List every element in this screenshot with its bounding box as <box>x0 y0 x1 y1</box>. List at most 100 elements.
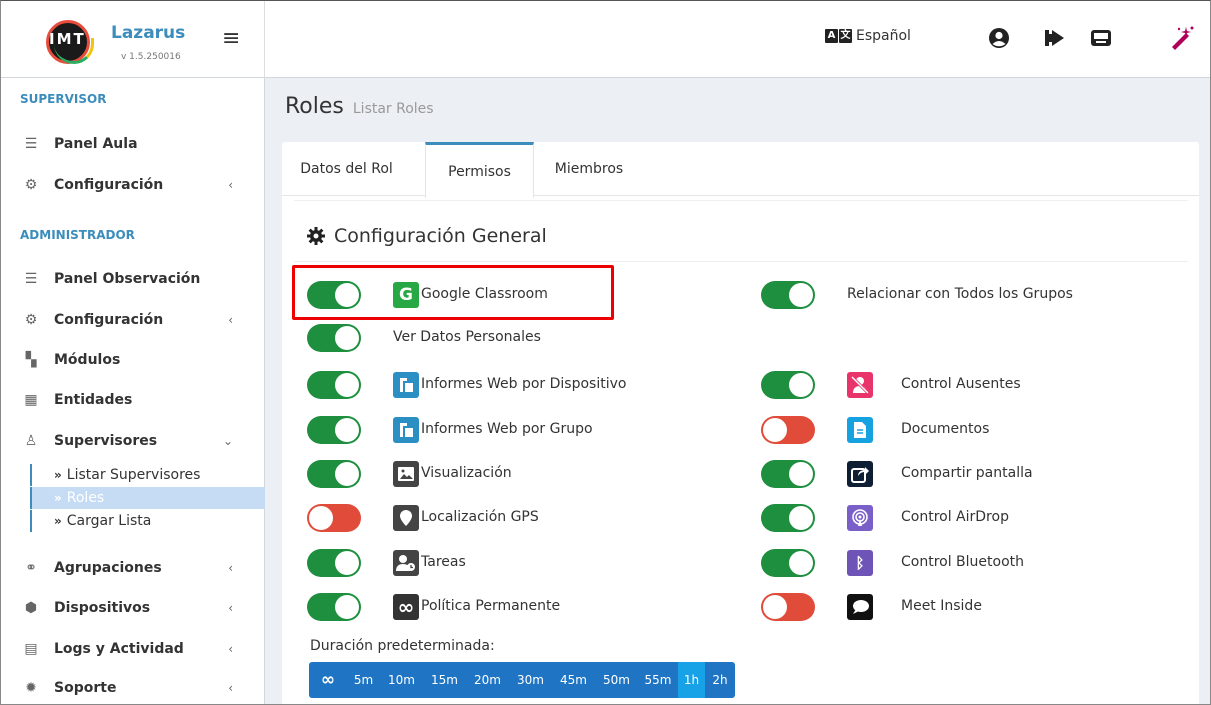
toggle-switch[interactable] <box>761 593 815 621</box>
toggle-switch[interactable] <box>307 593 361 621</box>
sidebar-subitem-cargar-lista[interactable]: » Cargar Lista <box>30 510 265 532</box>
magic-wand-icon[interactable] <box>1168 24 1196 52</box>
logo-area[interactable]: IMT Lazarus v 1.5.250016 ≡ <box>0 0 265 78</box>
toggle-knob <box>335 462 359 486</box>
sidebar-subitem-label: Roles <box>66 490 105 506</box>
duration-option[interactable]: 30m <box>509 662 552 698</box>
permission-label: Ver Datos Personales <box>393 329 541 345</box>
menu-toggle-icon[interactable]: ≡ <box>222 26 240 51</box>
highlight-box <box>292 265 614 320</box>
duration-option[interactable]: 1h <box>678 662 705 698</box>
chat-icon <box>847 594 873 620</box>
sidebar-subitem-listar-supervisores[interactable]: » Listar Supervisores <box>30 464 265 486</box>
sidebar-subitem-roles[interactable]: » Roles <box>30 487 265 509</box>
location-icon <box>393 505 419 531</box>
permission-label: Tareas <box>421 554 466 570</box>
puzzle-icon: ▚ <box>25 352 37 368</box>
sidebar-item-panel-aula[interactable]: ☰ Panel Aula <box>20 133 245 155</box>
permission-label: Informes Web por Dispositivo <box>421 376 627 392</box>
list-icon: ☰ <box>24 271 38 287</box>
toggle-switch[interactable] <box>307 504 361 532</box>
permission-label: Relacionar con Todos los Grupos <box>847 286 1073 302</box>
toggle-knob <box>335 373 359 397</box>
sidebar-item-dispositivos[interactable]: ⬢ Dispositivos ‹ <box>20 597 245 619</box>
toggle-switch[interactable] <box>307 324 361 352</box>
user-slash-icon <box>847 372 873 398</box>
sidebar-item-supervisores[interactable]: ♙ Supervisores ⌄ <box>20 430 245 452</box>
toggle-knob <box>789 506 813 530</box>
cogs-icon: ⚙ <box>24 177 38 193</box>
section-divider <box>294 261 1188 262</box>
section-title: Configuración General <box>306 225 547 247</box>
groups-icon: ⚭ <box>25 560 37 576</box>
toggle-switch[interactable] <box>761 460 815 488</box>
chevron-left-icon: ‹ <box>228 313 233 327</box>
double-chevron-icon: » <box>54 514 62 528</box>
duration-option[interactable]: ∞ <box>309 662 347 698</box>
duration-option[interactable]: 5m <box>347 662 380 698</box>
language-icon: A文 <box>825 29 852 43</box>
chevron-left-icon: ‹ <box>228 642 233 656</box>
toggle-switch[interactable] <box>307 549 361 577</box>
toggle-switch[interactable] <box>761 549 815 577</box>
toggle-switch[interactable] <box>761 281 815 309</box>
share-icon <box>847 461 873 487</box>
infinity-icon: ∞ <box>393 594 419 620</box>
tab-datos-del-rol[interactable]: Datos del Rol <box>289 142 404 196</box>
tab-bar: Datos del Rol Permisos Miembros <box>282 142 1199 198</box>
tasks-icon <box>393 550 419 576</box>
gear-icon: ✹ <box>25 680 37 696</box>
sidebar-item-panel-observacion[interactable]: ☰ Panel Observación <box>20 268 245 290</box>
toggle-knob <box>309 506 333 530</box>
toggle-switch[interactable] <box>761 371 815 399</box>
duration-option[interactable]: 10m <box>380 662 423 698</box>
tab-miembros[interactable]: Miembros <box>544 142 634 196</box>
toggle-switch[interactable] <box>307 371 361 399</box>
duration-option[interactable]: 50m <box>595 662 638 698</box>
sidebar-item-label: Configuración <box>54 177 164 193</box>
report-icon <box>393 372 419 398</box>
toggle-switch[interactable] <box>307 416 361 444</box>
sidebar-item-logs[interactable]: ▤ Logs y Actividad ‹ <box>20 638 245 660</box>
sidebar-item-configuracion-admin[interactable]: ⚙ Configuración ‹ <box>20 309 245 331</box>
toggle-knob <box>763 595 787 619</box>
sidebar: SUPERVISOR ☰ Panel Aula ⚙ Configuración … <box>0 78 265 705</box>
chevron-left-icon: ‹ <box>228 681 233 695</box>
language-selector[interactable]: A文 Español <box>825 28 911 44</box>
duration-option[interactable]: 15m <box>423 662 466 698</box>
section-title-text: Configuración General <box>334 225 547 247</box>
duration-option[interactable]: 2h <box>705 662 735 698</box>
duration-option[interactable]: 20m <box>466 662 509 698</box>
duration-label: Duración predeterminada: <box>310 638 495 654</box>
duration-option[interactable]: 55m <box>638 662 678 698</box>
sidebar-item-entidades[interactable]: ▦ Entidades <box>20 389 245 411</box>
sidebar-item-label: Módulos <box>54 352 121 368</box>
chevron-down-icon: ⌄ <box>222 434 233 448</box>
users-icon: ♙ <box>24 433 38 449</box>
sidebar-item-configuracion-supervisor[interactable]: ⚙ Configuración ‹ <box>20 174 245 196</box>
building-icon: ▦ <box>24 392 38 408</box>
page-title-text: Roles <box>285 94 344 119</box>
toggle-knob <box>789 462 813 486</box>
device-icon[interactable] <box>1087 24 1115 52</box>
toggle-switch[interactable] <box>761 416 815 444</box>
toggle-switch[interactable] <box>307 460 361 488</box>
bluetooth-icon: ᛒ <box>847 550 873 576</box>
toggle-knob <box>789 283 813 307</box>
user-icon[interactable] <box>985 24 1013 52</box>
permission-label: Política Permanente <box>421 598 561 614</box>
roles-panel: Datos del Rol Permisos Miembros Configur… <box>282 142 1199 705</box>
sidebar-item-soporte[interactable]: ✹ Soporte ‹ <box>20 677 245 699</box>
chevron-left-icon: ‹ <box>228 178 233 192</box>
tab-permisos[interactable]: Permisos <box>425 142 534 198</box>
permission-label: Control Bluetooth <box>901 554 1025 570</box>
toggle-switch[interactable] <box>761 504 815 532</box>
top-navbar: IMT Lazarus v 1.5.250016 ≡ A文 Español <box>0 0 1211 78</box>
sidebar-item-agrupaciones[interactable]: ⚭ Agrupaciones ‹ <box>20 557 245 579</box>
sidebar-item-label: Soporte <box>54 680 117 696</box>
duration-option[interactable]: 45m <box>552 662 595 698</box>
toggle-knob <box>335 326 359 350</box>
toggle-knob <box>335 595 359 619</box>
sidebar-item-modulos[interactable]: ▚ Módulos <box>20 349 245 371</box>
logout-icon[interactable] <box>1041 24 1069 52</box>
